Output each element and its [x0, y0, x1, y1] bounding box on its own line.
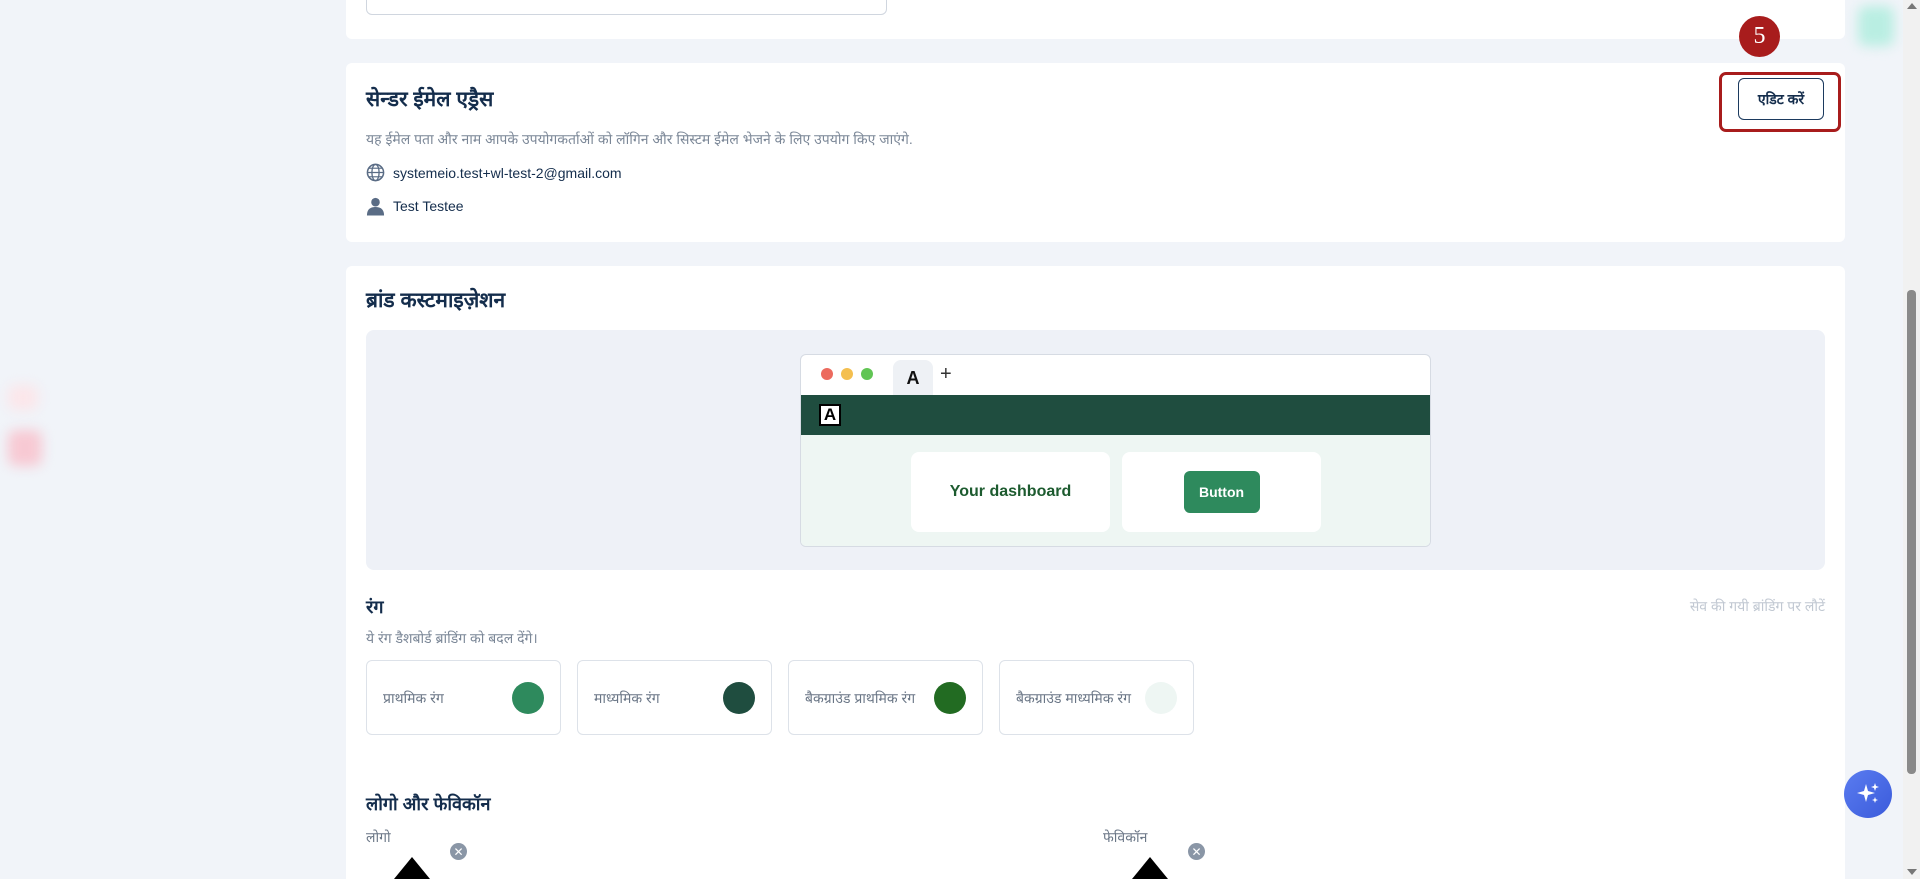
scroll-down-arrow-icon[interactable] — [1907, 869, 1917, 875]
color-swatch[interactable] — [723, 682, 755, 714]
logo-image — [394, 857, 430, 879]
blurred-decoration — [1858, 6, 1894, 46]
remove-logo-icon[interactable]: ✕ — [450, 843, 467, 860]
blurred-decoration — [8, 430, 42, 466]
logo-favicon-title: लोगो और फेविकॉन — [366, 794, 491, 814]
colors-description: ये रंग डैशबोर्ड ब्रांडिंग को बदल देंगे। — [366, 630, 538, 646]
page-scrollbar[interactable] — [1903, 0, 1920, 879]
preview-browser-tab: A — [893, 360, 933, 396]
blurred-decoration — [8, 385, 38, 410]
sender-email-value: systemeio.test+wl-test-2@gmail.com — [393, 164, 622, 181]
window-close-dot — [821, 368, 833, 380]
sender-email-row: systemeio.test+wl-test-2@gmail.com — [366, 163, 622, 182]
secondary-color-picker[interactable]: माध्यमिक रंग — [577, 660, 772, 735]
user-icon — [366, 197, 385, 216]
scrollbar-thumb[interactable] — [1907, 290, 1916, 774]
color-swatch[interactable] — [1145, 682, 1177, 714]
scroll-up-arrow-icon[interactable] — [1907, 3, 1917, 9]
window-minimize-dot — [841, 368, 853, 380]
favicon-image — [1132, 857, 1168, 879]
color-label: प्राथमिक रंग — [383, 690, 444, 706]
brand-customization-card: ब्रांड कस्टमाइज़ेशन A + A Your dashboard… — [346, 266, 1845, 879]
ai-assistant-button[interactable] — [1844, 770, 1892, 818]
preview-button: Button — [1183, 471, 1260, 513]
sparkle-icon — [1857, 783, 1879, 803]
logo-label: लोगो — [366, 829, 391, 845]
color-swatch[interactable] — [512, 682, 544, 714]
preview-dashboard-header: A — [801, 395, 1430, 435]
brand-section-title: ब्रांड कस्टमाइज़ेशन — [366, 289, 506, 312]
color-label: माध्यमिक रंग — [594, 690, 660, 706]
preview-dashboard-label: Your dashboard — [949, 483, 1072, 500]
color-swatch[interactable] — [934, 682, 966, 714]
sender-name-row: Test Testee — [366, 196, 464, 216]
window-maximize-dot — [861, 368, 873, 380]
sender-email-card: सेन्डर ईमेल एड्रैस यह ईमेल पता और नाम आप… — [346, 63, 1845, 242]
sender-section-description: यह ईमेल पता और नाम आपके उपयोगकर्ताओं को … — [366, 131, 913, 147]
sender-name-value: Test Testee — [393, 198, 464, 214]
globe-icon — [366, 163, 385, 182]
primary-color-picker[interactable]: प्राथमिक रंग — [366, 660, 561, 735]
preview-browser-window: A + A Your dashboard Button — [800, 354, 1431, 547]
favicon-label: फेविकॉन — [1103, 829, 1148, 845]
preview-button-card: Button — [1122, 452, 1321, 532]
previous-input-field[interactable] — [366, 0, 887, 15]
remove-favicon-icon[interactable]: ✕ — [1188, 843, 1205, 860]
preview-logo: A — [819, 404, 841, 426]
previous-section-card — [346, 0, 1845, 39]
background-primary-color-picker[interactable]: बैकग्राउंड प्राथमिक रंग — [788, 660, 983, 735]
step-number-badge: 5 — [1739, 16, 1780, 57]
sender-section-title: सेन्डर ईमेल एड्रैस — [366, 88, 494, 111]
preview-dashboard-body: Your dashboard Button — [801, 435, 1430, 546]
colors-title: रंग — [366, 597, 384, 617]
preview-dashboard-card: Your dashboard — [911, 452, 1110, 532]
background-secondary-color-picker[interactable]: बैकग्राउंड माध्यमिक रंग — [999, 660, 1194, 735]
color-label: बैकग्राउंड प्राथमिक रंग — [805, 690, 916, 706]
brand-preview-area: A + A Your dashboard Button — [366, 330, 1825, 570]
preview-new-tab-icon: + — [940, 363, 952, 385]
step-highlight-frame — [1719, 72, 1841, 132]
color-label: बैकग्राउंड माध्यमिक रंग — [1016, 690, 1131, 706]
reset-branding-link[interactable]: सेव की गयी ब्रांडिंग पर लौटें — [1690, 597, 1825, 616]
